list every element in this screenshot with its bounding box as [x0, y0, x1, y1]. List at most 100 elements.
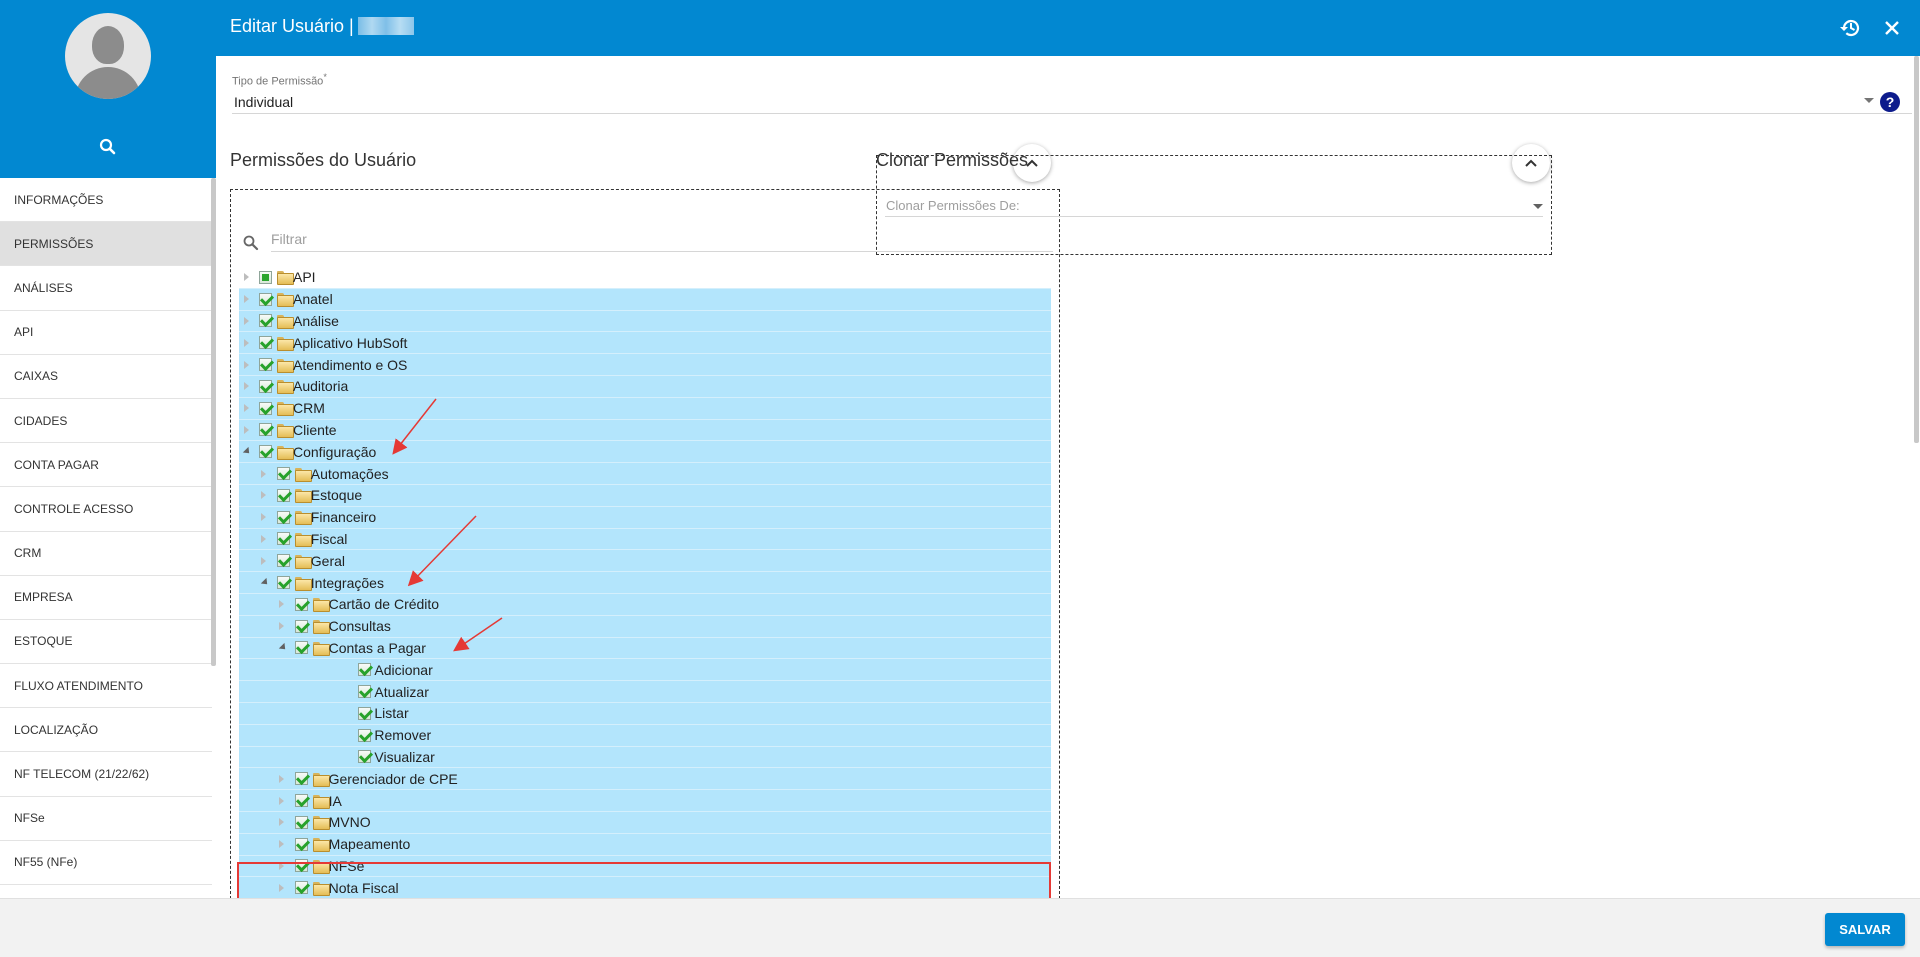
tree-node[interactable]: Anatel [239, 288, 1051, 311]
collapsed-toggle-icon[interactable] [241, 316, 251, 326]
tree-node[interactable]: Listar [239, 702, 1051, 725]
collapsed-toggle-icon[interactable] [241, 381, 251, 391]
checkbox[interactable] [276, 467, 290, 481]
sidebar-item-permiss-es[interactable]: PERMISSÕES [0, 222, 212, 267]
checkbox[interactable] [259, 423, 272, 437]
checkbox[interactable] [276, 576, 290, 590]
clone-permissions-select[interactable]: Clonar Permissões De: [886, 198, 1020, 213]
tree-node[interactable]: Contas a Pagar [239, 637, 1051, 660]
tree-node[interactable]: Adicionar [239, 659, 1051, 682]
checkbox[interactable] [358, 750, 372, 764]
collapsed-toggle-icon[interactable] [241, 294, 251, 304]
tree-node[interactable]: Mapeamento [239, 833, 1051, 856]
tree-node[interactable]: API [239, 267, 1051, 289]
tree-node[interactable]: Auditoria [239, 375, 1051, 398]
tree-node[interactable]: Integrações [239, 572, 1051, 594]
tree-node[interactable]: MVNO [239, 811, 1051, 834]
checkbox[interactable] [259, 445, 272, 459]
tree-node[interactable]: Gerenciador de CPE [239, 768, 1051, 791]
collapsed-toggle-icon[interactable] [241, 425, 251, 435]
sidebar-item-controle-acesso[interactable]: CONTROLE ACESSO [0, 487, 212, 532]
collapsed-toggle-icon[interactable] [277, 839, 287, 849]
collapsed-toggle-icon[interactable] [259, 512, 269, 522]
tree-node[interactable]: Visualizar [239, 746, 1051, 769]
checkbox[interactable] [276, 554, 290, 568]
sidebar-item-caixas[interactable]: CAIXAS [0, 355, 212, 399]
sidebar-item-fluxo-atendimento[interactable]: FLUXO ATENDIMENTO [0, 664, 212, 709]
sidebar-item-an-lises[interactable]: ANÁLISES [0, 266, 212, 311]
tree-node[interactable]: Cartão de Crédito [239, 593, 1051, 616]
tree-node[interactable]: Nota Fiscal [239, 877, 1051, 900]
tree-node[interactable]: Atualizar [239, 681, 1051, 703]
checkbox[interactable] [294, 881, 308, 895]
tree-node[interactable]: Geral [239, 550, 1051, 573]
sidebar-item-empresa[interactable]: EMPRESA [0, 576, 212, 620]
collapsed-toggle-icon[interactable] [277, 599, 287, 609]
checkbox[interactable] [276, 532, 290, 546]
dropdown-arrow-icon[interactable] [1864, 98, 1874, 103]
collapsed-toggle-icon[interactable] [241, 272, 251, 282]
collapsed-toggle-icon[interactable] [259, 469, 269, 479]
collapsed-toggle-icon[interactable] [241, 338, 251, 348]
tree-node[interactable]: Configuração [239, 441, 1051, 464]
dropdown-arrow-icon[interactable] [1533, 204, 1543, 209]
collapsed-toggle-icon[interactable] [277, 883, 287, 893]
collapsed-toggle-icon[interactable] [277, 774, 287, 784]
collapsed-toggle-icon[interactable] [277, 621, 287, 631]
content-scrollbar[interactable] [1914, 56, 1919, 443]
expanded-toggle-icon[interactable] [241, 447, 251, 457]
tree-node[interactable]: Atendimento e OS [239, 354, 1051, 376]
checkbox[interactable] [358, 663, 372, 677]
checkbox[interactable] [358, 685, 372, 699]
tree-node[interactable]: Remover [239, 724, 1051, 747]
history-icon[interactable] [1836, 14, 1864, 42]
sidebar-item-nfse[interactable]: NFSe [0, 797, 212, 841]
collapsed-toggle-icon[interactable] [259, 490, 269, 500]
checkbox[interactable] [259, 401, 272, 415]
checkbox[interactable] [358, 728, 372, 742]
save-button[interactable]: SALVAR [1825, 913, 1905, 946]
tree-node[interactable]: Análise [239, 310, 1051, 333]
sidebar-item-nf-telecom-21-22-62-[interactable]: NF TELECOM (21/22/62) [0, 752, 212, 797]
tree-node[interactable]: Aplicativo HubSoft [239, 332, 1051, 355]
sidebar-item-conta-pagar[interactable]: CONTA PAGAR [0, 443, 212, 488]
avatar[interactable] [65, 13, 151, 99]
checkbox[interactable] [294, 772, 308, 786]
tree-node[interactable]: IA [239, 790, 1051, 812]
checkbox[interactable] [294, 619, 308, 633]
checkbox[interactable] [294, 837, 308, 851]
checkbox[interactable] [259, 379, 272, 393]
collapsed-toggle-icon[interactable] [277, 796, 287, 806]
permission-type-select[interactable]: Individual [234, 94, 293, 110]
sidebar-item-crm[interactable]: CRM [0, 532, 212, 576]
checkbox[interactable] [259, 314, 272, 328]
sidebar-item-nf55-nfe-[interactable]: NF55 (NFe) [0, 841, 212, 885]
help-icon[interactable]: ? [1880, 92, 1900, 112]
expanded-toggle-icon[interactable] [277, 643, 287, 653]
checkbox[interactable] [358, 706, 372, 720]
tree-node[interactable]: Consultas [239, 615, 1051, 638]
checkbox[interactable] [259, 270, 272, 284]
search-icon[interactable] [96, 135, 120, 159]
sidebar-item-localiza-o[interactable]: LOCALIZAÇÃO [0, 708, 212, 753]
checkbox[interactable] [294, 859, 308, 873]
checkbox[interactable] [259, 336, 272, 350]
collapsed-toggle-icon[interactable] [241, 403, 251, 413]
checkbox[interactable] [294, 815, 308, 829]
sidebar-item-informa-es[interactable]: INFORMAÇÕES [0, 178, 212, 223]
collapsed-toggle-icon[interactable] [241, 360, 251, 370]
tree-node[interactable]: Cliente [239, 419, 1051, 442]
checkbox[interactable] [294, 597, 308, 611]
checkbox[interactable] [259, 292, 272, 306]
tree-node[interactable]: Financeiro [239, 506, 1051, 529]
checkbox[interactable] [276, 488, 290, 502]
sidebar-item-api[interactable]: API [0, 311, 212, 355]
checkbox[interactable] [259, 358, 272, 372]
sidebar-item-cidades[interactable]: CIDADES [0, 399, 212, 444]
checkbox[interactable] [276, 510, 290, 524]
expanded-toggle-icon[interactable] [259, 578, 269, 588]
tree-node[interactable]: NFSe [239, 855, 1051, 878]
collapsed-toggle-icon[interactable] [259, 534, 269, 544]
collapsed-toggle-icon[interactable] [277, 861, 287, 871]
close-icon[interactable] [1878, 14, 1906, 42]
